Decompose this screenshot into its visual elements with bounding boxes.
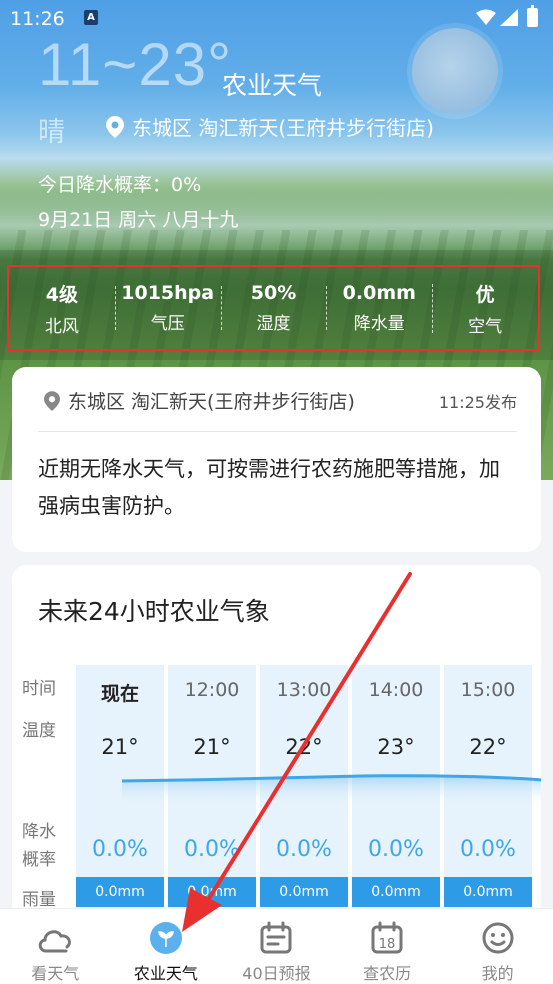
stat-label: 北风 [44, 316, 79, 337]
divider [38, 431, 517, 432]
nav-agri-weather[interactable]: 农业天气 [111, 909, 222, 984]
nav-profile[interactable]: 我的 [442, 909, 553, 984]
stat-label: 湿度 [256, 314, 291, 334]
hour-rain-probability: 0.0% [368, 837, 424, 862]
hour-rain-probability: 0.0% [92, 837, 148, 862]
today-rain-probability: 今日降水概率：0% [38, 174, 202, 196]
hour-rainfall: 0.0mm [260, 877, 348, 907]
hour-temp: 22° [285, 735, 323, 759]
nav-40day-forecast[interactable]: 40日预报 [221, 909, 332, 984]
wifi-icon [476, 9, 496, 25]
stat-label: 气压 [150, 314, 185, 334]
temperature-range: 11~23° [38, 31, 233, 98]
row-label-temp: 温度 [22, 721, 56, 741]
bottom-navigation: 看天气 农业天气 40日预报 18 查农历 我的 [0, 908, 553, 984]
calendar-icon [260, 921, 292, 954]
hour-rain-probability: 0.0% [184, 837, 240, 862]
battery-icon [527, 5, 538, 27]
almanac-icon: 18 [371, 921, 403, 954]
stat-pressure: 1015hpa 气压 [114, 282, 221, 334]
weather-description: 晴 [38, 117, 65, 148]
advisory-publish-time: 11:25发布 [438, 392, 517, 412]
nav-label: 我的 [481, 964, 514, 983]
stat-label: 降水量 [353, 314, 405, 334]
stat-air-quality: 优 空气 [432, 280, 538, 337]
cloud-icon [39, 930, 72, 953]
row-label-time: 时间 [22, 679, 56, 699]
temperature-curve [122, 774, 541, 805]
stat-value: 1015hpa [121, 282, 215, 304]
status-time: 11:26 [10, 8, 65, 30]
signal-icon [500, 9, 518, 26]
nav-almanac[interactable]: 18 查农历 [332, 909, 443, 984]
location-text: 东城区 淘汇新天(王府井步行街店) [132, 116, 434, 140]
weather-stats: 4级 北风 1015hpa 气压 50% 湿度 0.0mm 降水量 优 空气 [7, 265, 540, 351]
smiley-icon [482, 922, 514, 954]
hour-temp: 21° [193, 735, 231, 759]
advisory-header: 东城区 淘汇新天(王府井步行街店) 11:25发布 [44, 387, 517, 414]
hour-time: 14:00 [368, 679, 424, 701]
location-pin-icon [44, 390, 60, 411]
svg-text:18: 18 [379, 937, 396, 952]
stat-value: 4级 [45, 283, 79, 306]
hour-rainfall: 0.0mm [352, 877, 440, 907]
today-date: 9月21日 周六 八月十九 [38, 209, 239, 231]
stat-humidity: 50% 湿度 [220, 282, 327, 334]
nav-label: 看天气 [31, 964, 80, 983]
forecast-card: 未来24小时农业气象 时间 温度 降水 概率 雨量 现在 21° 0.0% 0.… [12, 565, 541, 925]
hour-temp: 21° [101, 735, 139, 759]
advisory-location: 东城区 淘汇新天(王府井步行街店) [68, 391, 355, 413]
advisory-card: 东城区 淘汇新天(王府井步行街店) 11:25发布 近期无降水天气，可按需进行农… [12, 367, 541, 552]
hour-time: 现在 [100, 683, 139, 705]
row-label-prob-2: 概率 [22, 850, 56, 870]
stat-value: 0.0mm [342, 282, 416, 304]
stat-value: 优 [475, 283, 495, 306]
stat-value: 50% [250, 282, 297, 304]
nav-label: 查农历 [363, 964, 412, 983]
location-pin-icon [106, 115, 124, 138]
hour-time: 15:00 [460, 679, 516, 701]
stat-label: 空气 [468, 316, 503, 337]
notification-icon: A [84, 10, 98, 25]
row-label-prob: 降水 [22, 822, 56, 842]
hour-rainfall: 0.0mm [168, 877, 256, 907]
hour-time: 12:00 [184, 679, 240, 701]
stat-precipitation: 0.0mm 降水量 [326, 282, 432, 334]
hour-rainfall: 0.0mm [444, 877, 532, 907]
nav-label: 40日预报 [242, 964, 311, 983]
hour-rain-probability: 0.0% [460, 837, 516, 862]
location-selector[interactable]: 东城区 淘汇新天(王府井步行街店) [106, 112, 434, 141]
advisory-text: 近期无降水天气，可按需进行农药施肥等措施，加强病虫害防护。 [38, 457, 500, 518]
hour-temp: 23° [377, 735, 415, 759]
hour-rain-probability: 0.0% [276, 837, 332, 862]
page-title: 农业天气 [222, 71, 323, 100]
hour-time: 13:00 [276, 679, 332, 701]
sprout-icon [149, 922, 182, 954]
hour-temp: 22° [469, 735, 507, 759]
hour-rainfall: 0.0mm [76, 877, 164, 907]
sun-icon [412, 28, 498, 114]
nav-label: 农业天气 [133, 964, 198, 983]
stat-wind: 4级 北风 [9, 280, 115, 337]
forecast-title: 未来24小时农业气象 [38, 597, 270, 626]
nav-weather[interactable]: 看天气 [0, 909, 111, 984]
